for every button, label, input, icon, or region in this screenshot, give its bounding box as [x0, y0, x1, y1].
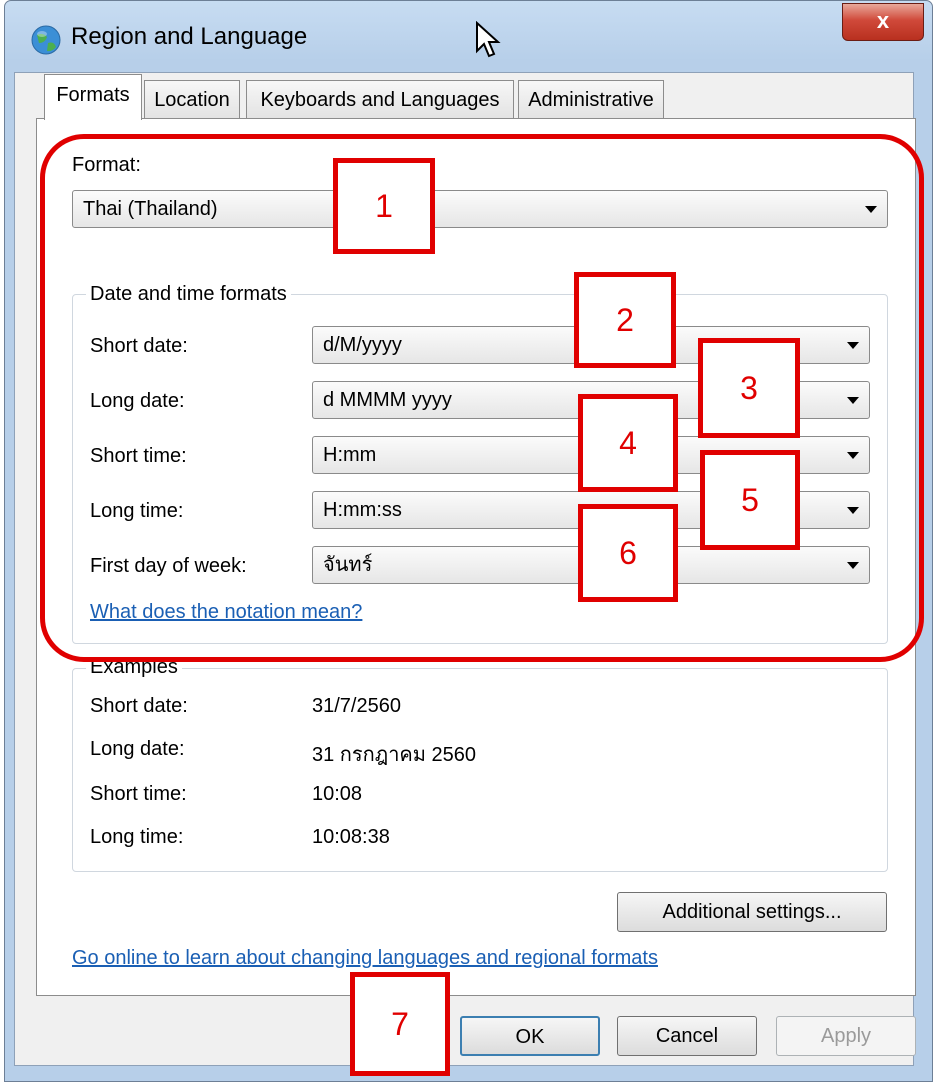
example-short-date-value: 31/7/2560 — [312, 695, 401, 717]
annotation-2: 2 — [574, 272, 676, 368]
annotation-6: 6 — [578, 504, 678, 602]
tab-administrative[interactable]: Administrative — [518, 80, 664, 118]
example-long-time-label: Long time: — [90, 826, 184, 848]
tab-location[interactable]: Location — [144, 80, 240, 118]
annotation-1: 1 — [333, 158, 435, 254]
ok-button[interactable]: OK — [460, 1016, 600, 1056]
example-long-time-value: 10:08:38 — [312, 826, 390, 848]
additional-settings-button[interactable]: Additional settings... — [617, 892, 887, 932]
globe-icon — [31, 25, 61, 55]
example-short-time-value: 10:08 — [312, 783, 363, 805]
window-title: Region and Language — [71, 23, 308, 50]
apply-button[interactable]: Apply — [776, 1016, 916, 1056]
example-short-date-label: Short date: — [90, 695, 188, 717]
cancel-button[interactable]: Cancel — [617, 1016, 757, 1056]
online-help-link[interactable]: Go online to learn about changing langua… — [72, 947, 658, 970]
example-long-date-value: 31 กรกฎาคม 2560 — [312, 744, 477, 766]
annotation-5: 5 — [700, 450, 800, 550]
title-bar[interactable]: Region and Language x — [5, 1, 932, 73]
annotation-3: 3 — [698, 338, 800, 438]
annotation-4: 4 — [578, 394, 678, 492]
examples-group — [72, 668, 888, 872]
example-long-date-label: Long date: — [90, 738, 185, 760]
tab-keyboards-and-languages[interactable]: Keyboards and Languages — [246, 80, 514, 118]
tab-formats[interactable]: Formats — [44, 74, 142, 120]
mouse-pointer-icon — [476, 21, 501, 58]
annotation-7: 7 — [350, 972, 450, 1076]
example-short-time-label: Short time: — [90, 783, 187, 805]
close-button[interactable]: x — [842, 3, 924, 41]
